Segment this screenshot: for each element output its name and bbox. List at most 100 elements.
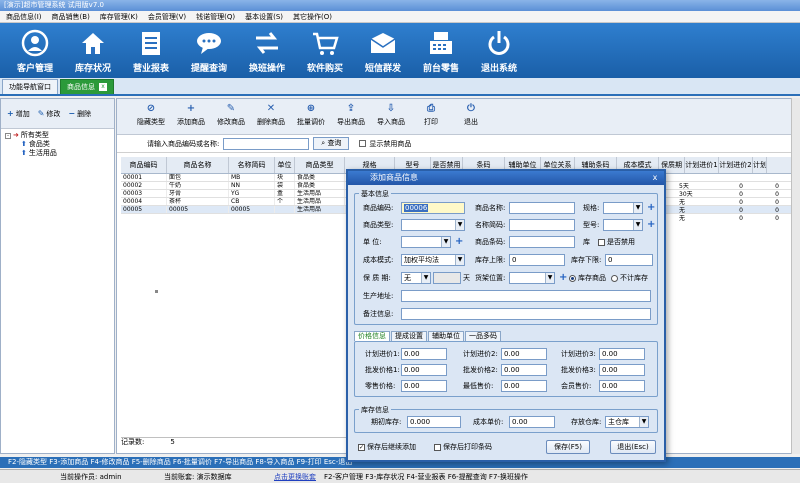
add-spec-icon[interactable]: +: [647, 202, 655, 214]
price-input[interactable]: 0.00: [501, 348, 547, 360]
toolbar-remind-button[interactable]: 提醒查询: [180, 23, 238, 78]
tree-node-daily[interactable]: ⬆ 生活用品: [5, 149, 110, 158]
add-goods-button[interactable]: + 添加商品: [171, 103, 211, 127]
toolbar-buy-button[interactable]: 软件购买: [296, 23, 354, 78]
col-header[interactable]: 名称简码: [229, 157, 275, 173]
init-stock-input[interactable]: 0.000: [407, 416, 461, 428]
price-input[interactable]: 0.00: [599, 380, 645, 392]
add-unit-icon[interactable]: +: [455, 236, 463, 248]
table-row[interactable]: 无 0 0: [677, 215, 787, 223]
type-select[interactable]: ▼: [401, 219, 465, 231]
show-disabled-checkbox[interactable]: [359, 140, 367, 147]
toolbar-stock-button[interactable]: 库存状况: [64, 23, 122, 78]
shelf-position-select[interactable]: ▼: [509, 272, 555, 284]
delete-category-button[interactable]: − 删除: [68, 109, 91, 119]
price-label: 批发价格2:: [463, 366, 498, 374]
shelf-days-input[interactable]: [433, 272, 461, 284]
price-input[interactable]: 0.00: [401, 364, 447, 376]
unit-select[interactable]: ▼: [401, 236, 451, 248]
menu-item-sales[interactable]: 商品销售(B): [52, 12, 90, 22]
cost-mode-select[interactable]: 加权平均法 ▼: [401, 254, 465, 266]
tree-node-root[interactable]: - ➜ 所有类型: [5, 131, 110, 140]
menu-item-settings[interactable]: 基本设置(S): [245, 12, 283, 22]
price-input[interactable]: 0.00: [599, 348, 645, 360]
change-account-link[interactable]: 点击更换账套: [274, 472, 316, 482]
tab-price-info[interactable]: 价格信息: [354, 331, 390, 341]
checkbox-box: [598, 238, 605, 246]
batch-price-button[interactable]: ⊕ 批量调价: [291, 103, 331, 127]
add-category-button[interactable]: + 增加: [7, 109, 30, 119]
spec-select[interactable]: ▼: [603, 202, 643, 214]
print-button[interactable]: ⎙ 打印: [411, 103, 451, 127]
col-header[interactable]: 计划: [753, 157, 767, 173]
toolbar-sms-button[interactable]: 短信群发: [354, 23, 412, 78]
tree-node-food[interactable]: ⬆ 食品类: [5, 140, 110, 149]
remark-input[interactable]: [401, 308, 651, 320]
lower-limit-input[interactable]: 0: [605, 254, 653, 266]
table-row[interactable]: 5天 0 0: [677, 183, 787, 191]
shelf-life-select[interactable]: 无 ▼: [401, 272, 431, 284]
save-button[interactable]: 保存(F5): [546, 440, 590, 454]
upper-limit-input[interactable]: 0: [509, 254, 565, 266]
barcode-input[interactable]: [509, 236, 575, 248]
price-input[interactable]: 0.00: [599, 364, 645, 376]
toolbar-pos-button[interactable]: 前台零售: [412, 23, 470, 78]
exit-dialog-button[interactable]: 退出(Esc): [610, 440, 656, 454]
splitter-handle[interactable]: [155, 290, 158, 293]
print-barcode-checkbox[interactable]: 保存后打印条码: [434, 441, 492, 453]
query-button[interactable]: ⌕ 查询: [313, 137, 350, 150]
col-header[interactable]: 计划进价1: [685, 157, 719, 173]
tab-aux-unit[interactable]: 辅助单位: [428, 331, 464, 341]
toolbar-report-button[interactable]: 营业报表: [122, 23, 180, 78]
disabled-checkbox[interactable]: 是否禁用: [598, 236, 635, 248]
tab-commission[interactable]: 提成设置: [391, 331, 427, 341]
toolbar-shift-button[interactable]: 换班操作: [238, 23, 296, 78]
col-header[interactable]: 商品编码: [121, 157, 167, 173]
no-stock-radio[interactable]: 不计库存: [611, 272, 648, 284]
menu-item-member[interactable]: 会员管理(V): [148, 12, 186, 22]
add-shelf-icon[interactable]: +: [559, 272, 567, 284]
menu-item-money[interactable]: 钱诺管理(Q): [196, 12, 235, 22]
col-header[interactable]: 商品类型: [295, 157, 345, 173]
price-input[interactable]: 0.00: [501, 380, 547, 392]
code-input[interactable]: 00006: [401, 202, 465, 214]
exit-button[interactable]: ⏻ 退出: [451, 103, 491, 127]
table-row[interactable]: 无 0 0: [677, 199, 787, 207]
hide-type-button[interactable]: ⊘ 隐藏类型: [131, 103, 171, 127]
toolbar-exit-button[interactable]: 退出系统: [470, 23, 528, 78]
export-goods-button[interactable]: ⇪ 导出商品: [331, 103, 371, 127]
stock-goods-radio[interactable]: 库存商品: [569, 272, 606, 284]
col-header[interactable]: 商品名称: [167, 157, 229, 173]
delete-goods-button[interactable]: ✕ 删除商品: [251, 103, 291, 127]
price-input[interactable]: 0.00: [401, 380, 447, 392]
table-row[interactable]: 30天 0 0: [677, 191, 787, 199]
name-input[interactable]: [509, 202, 575, 214]
col-header[interactable]: 单位: [275, 157, 295, 173]
toolbar-customer-button[interactable]: 客户管理: [6, 23, 64, 78]
col-header[interactable]: 计划进价2: [719, 157, 753, 173]
close-icon[interactable]: x: [99, 83, 107, 91]
vertical-scrollbar[interactable]: [791, 98, 800, 454]
price-input[interactable]: 0.00: [501, 364, 547, 376]
menu-item-stock[interactable]: 库存管理(K): [100, 12, 138, 22]
table-row[interactable]: 无 0 0: [677, 207, 787, 215]
continue-add-checkbox[interactable]: ✓ 保存后继续添加: [358, 441, 416, 453]
add-model-icon[interactable]: +: [647, 219, 655, 231]
edit-category-button[interactable]: ✎ 修改: [38, 109, 61, 119]
origin-input[interactable]: [401, 290, 651, 302]
tab-goods-info[interactable]: 商品信息 x: [60, 79, 114, 94]
tab-navigation[interactable]: 功能导航窗口: [2, 79, 58, 94]
warehouse-select[interactable]: 主仓库 ▼: [605, 416, 649, 428]
menu-item-goods[interactable]: 商品信息(I): [6, 12, 42, 22]
edit-goods-button[interactable]: ✎ 修改商品: [211, 103, 251, 127]
model-select[interactable]: ▼: [603, 219, 643, 231]
search-input[interactable]: [223, 137, 310, 150]
import-goods-button[interactable]: ⇩ 导入商品: [371, 103, 411, 127]
menu-item-other[interactable]: 其它操作(O): [293, 12, 332, 22]
collapse-icon[interactable]: -: [5, 132, 11, 139]
tab-multi-code[interactable]: 一品多码: [465, 331, 501, 341]
price-input[interactable]: 0.00: [401, 348, 447, 360]
short-code-input[interactable]: [509, 219, 575, 231]
close-icon[interactable]: x: [650, 173, 660, 183]
unit-cost-input[interactable]: 0.00: [509, 416, 555, 428]
